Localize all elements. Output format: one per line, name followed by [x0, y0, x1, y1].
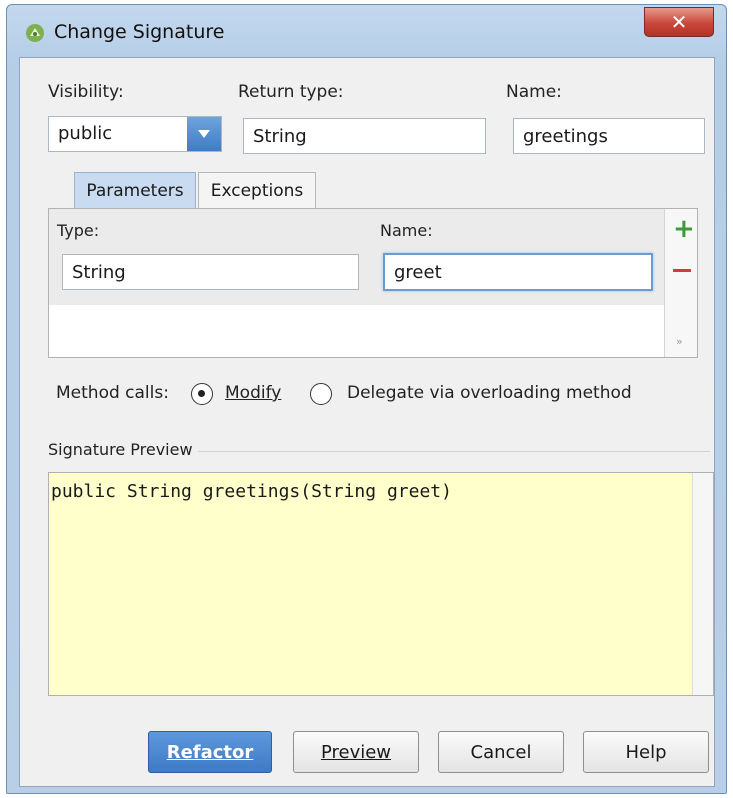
preview-button[interactable]: Preview — [293, 731, 419, 773]
parameter-name-field[interactable]: greet — [383, 253, 653, 291]
change-signature-dialog: Change Signature ✕ Visibility: Return ty… — [6, 4, 727, 794]
visibility-label-text: Visibility: — [48, 82, 124, 102]
return-type-label-text: Return type: — [238, 82, 344, 102]
close-button[interactable]: ✕ — [644, 7, 714, 37]
signature-preview-text: public String greetings(String greet) — [51, 481, 452, 502]
help-button[interactable]: Help — [583, 731, 709, 773]
signature-preview-label: Signature Preview — [48, 440, 193, 459]
add-parameter-button[interactable]: + — [673, 216, 695, 242]
refactor-button[interactable]: Refactor — [148, 731, 272, 773]
signature-preview: public String greetings(String greet) — [48, 472, 714, 696]
tab-parameters[interactable]: Parameters — [74, 172, 196, 208]
cancel-button-label: Cancel — [470, 741, 532, 763]
return-type-field[interactable]: String — [243, 118, 486, 154]
plus-icon: + — [673, 214, 695, 244]
refactor-button-label: Refactor — [166, 741, 254, 763]
table-row[interactable]: Type: Name: String greet — [49, 209, 667, 305]
visibility-value: public — [58, 123, 113, 144]
name-column-header: Name: — [380, 221, 433, 240]
name-label-text: Name: — [506, 82, 562, 102]
method-calls-label: Method calls: — [56, 383, 169, 403]
name-label: Name: — [506, 82, 562, 102]
delegate-label[interactable]: Delegate via overloading method — [347, 383, 632, 403]
delegate-radio[interactable] — [310, 383, 332, 405]
remove-parameter-button[interactable] — [673, 269, 691, 272]
return-type-label: Return type: — [238, 82, 344, 102]
close-icon: ✕ — [670, 10, 688, 34]
modify-label[interactable]: Modify — [225, 383, 281, 403]
divider — [198, 451, 710, 452]
type-column-header: Type: — [57, 221, 100, 240]
method-name-field[interactable]: greetings — [513, 118, 705, 154]
tab-exceptions[interactable]: Exceptions — [198, 172, 316, 208]
dropdown-button[interactable] — [187, 117, 221, 151]
chevron-down-icon — [198, 130, 210, 138]
preview-button-label: Preview — [320, 741, 392, 763]
parameters-toolbar: + » — [664, 209, 697, 357]
more-icon[interactable]: » — [676, 335, 683, 348]
dialog-content: Visibility: Return type: Name: public St… — [19, 57, 715, 787]
title-bar[interactable]: Change Signature ✕ — [7, 5, 726, 57]
parameter-type-field[interactable]: String — [62, 254, 359, 290]
cancel-button[interactable]: Cancel — [438, 731, 564, 773]
modify-radio[interactable] — [191, 383, 213, 405]
preview-scrollbar[interactable] — [692, 473, 713, 695]
android-studio-icon — [26, 24, 44, 42]
visibility-label: Visibility: — [48, 82, 124, 102]
visibility-select[interactable]: public — [48, 116, 222, 152]
dialog-title: Change Signature — [54, 21, 225, 43]
parameters-table: Type: Name: String greet + » — [48, 208, 698, 358]
radio-selected-indicator — [198, 390, 205, 397]
help-button-label: Help — [625, 741, 667, 763]
